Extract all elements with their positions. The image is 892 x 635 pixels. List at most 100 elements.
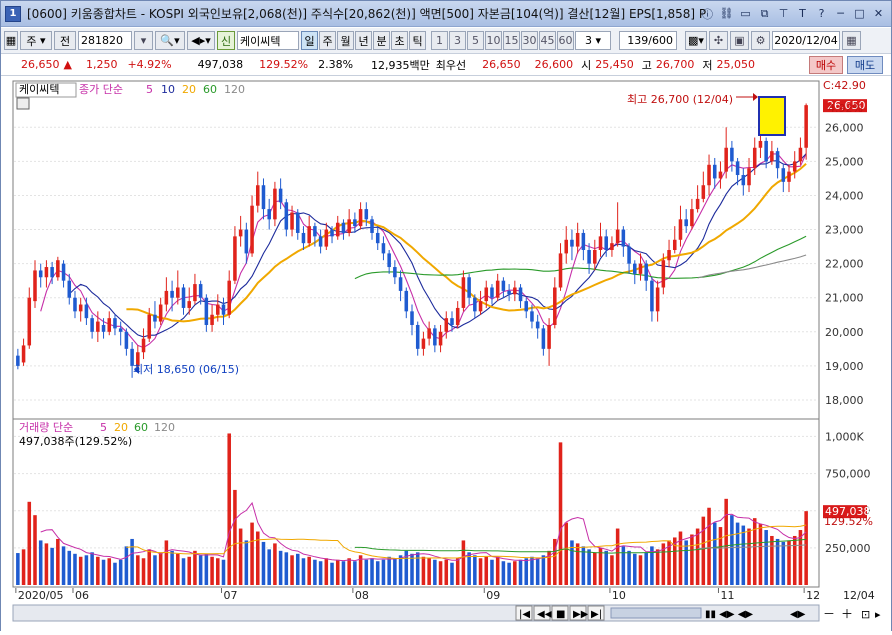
info-icon[interactable]: ⓘ <box>699 5 716 22</box>
volume-bar <box>478 558 483 585</box>
volume-bar <box>284 552 289 585</box>
candle-body <box>564 239 569 254</box>
candle-body <box>758 140 763 148</box>
minute-button-60[interactable]: 60 <box>557 31 574 50</box>
minute-button-5[interactable]: 5 <box>467 31 484 50</box>
minute-button-1[interactable]: 1 <box>431 31 448 50</box>
candle-body <box>415 324 420 349</box>
candle-body <box>433 328 437 346</box>
volume-bar <box>21 549 26 585</box>
x-tick-label: 10 <box>612 589 626 602</box>
save-icon[interactable]: ▣ <box>730 31 749 50</box>
title-bar[interactable]: 1 [0600] 키움종합차트 - KOSPI 외국인보유[2,068(천)] … <box>1 1 891 27</box>
close-icon[interactable]: ✕ <box>870 5 887 22</box>
volume-bar <box>593 552 597 585</box>
tab-3[interactable]: 년 <box>355 31 372 50</box>
scrollbar[interactable]: |◀ ◀◀ ■ ▶▶ ▶| ▮▮ ◀▶ ◀▶ ◀▶ <box>12 604 820 622</box>
copy-icon[interactable]: ⧉ <box>756 5 773 22</box>
candle-body <box>347 219 351 233</box>
chart-svg[interactable]: 26,000 25,000 24,000 23,000 22,000 21,000 20,0… <box>1 77 891 632</box>
candle-body <box>301 232 306 244</box>
count-select[interactable]: 3 ▾ <box>575 31 611 50</box>
candle-body <box>575 232 580 247</box>
volume-bar <box>387 556 391 585</box>
date-input[interactable]: 2020/12/04 <box>772 31 840 50</box>
candle-body <box>455 307 460 325</box>
candle-body <box>273 188 277 220</box>
layout-icon[interactable]: ▦ <box>4 31 18 50</box>
volume-bar <box>758 524 763 585</box>
grid-icon[interactable]: ▩▾ <box>685 31 707 50</box>
candle-body <box>107 318 112 332</box>
candle-body <box>90 318 94 332</box>
link-icon[interactable]: ⛓ <box>718 5 735 22</box>
price-percent-label: 4.92% <box>828 102 863 115</box>
chart-window: 1 [0600] 키움종합차트 - KOSPI 외국인보유[2,068(천)] … <box>0 0 892 632</box>
window-icon[interactable]: ▭ <box>737 5 754 22</box>
minute-button-45[interactable]: 45 <box>539 31 556 50</box>
range-field[interactable]: 139/600 <box>619 31 677 50</box>
candle-body <box>672 239 677 250</box>
volume-bar <box>130 538 134 585</box>
tab-6[interactable]: 틱 <box>409 31 426 50</box>
trade-volume: 497,038 <box>197 58 244 71</box>
tab-5[interactable]: 초 <box>391 31 408 50</box>
fit-icon: ⊡ <box>861 608 870 621</box>
candle-body <box>278 188 283 203</box>
volume-bar <box>792 535 797 585</box>
tab-0[interactable]: 일 <box>301 31 318 50</box>
help-icon[interactable]: ? <box>813 5 830 22</box>
candle-body <box>118 328 123 332</box>
minimize-icon[interactable]: ─ <box>832 5 849 22</box>
tab-4[interactable]: 분 <box>373 31 390 50</box>
minute-button-15[interactable]: 15 <box>503 31 520 50</box>
period-value: 주 <box>26 34 37 48</box>
volume-bar <box>575 543 580 585</box>
candle-body <box>141 338 146 353</box>
calendar-icon[interactable]: ▦ <box>842 31 861 50</box>
candle-body <box>267 209 271 220</box>
chart-area[interactable]: 26,000 25,000 24,000 23,000 22,000 21,000 20,0… <box>1 77 891 632</box>
volume-bar <box>507 562 511 585</box>
volume-bar <box>27 501 32 585</box>
speaker-icon[interactable]: ◀▸▾ <box>187 31 215 50</box>
settings-icon[interactable]: ⚙ <box>751 31 770 50</box>
tab-2[interactable]: 월 <box>337 31 354 50</box>
volume-percent-label: 129.52% <box>824 515 873 528</box>
candle-body <box>484 287 489 302</box>
cross-icon[interactable]: ✣ <box>709 31 728 50</box>
stock-code-input[interactable]: 281820 <box>78 31 132 50</box>
volume-bar <box>633 553 637 585</box>
text-icon[interactable]: T <box>794 5 811 22</box>
volume-bar <box>393 558 397 585</box>
buy-button[interactable]: 매수 <box>809 56 843 74</box>
trade-amount: 12,935백만 <box>371 58 430 72</box>
candle-body <box>712 164 717 179</box>
candle-body <box>227 280 231 315</box>
price-change: 1,250 <box>85 58 118 71</box>
volume-bar <box>535 558 540 585</box>
volume-bar <box>433 559 437 585</box>
vol-legend-ma120: 120 <box>154 421 175 434</box>
candle-body <box>181 287 186 308</box>
candle-body <box>524 301 529 312</box>
candle-body <box>216 304 220 315</box>
code-dropdown-icon[interactable]: ▾ <box>134 31 153 50</box>
minute-button-3[interactable]: 3 <box>449 31 466 50</box>
x-tick-label: 06 <box>75 589 89 602</box>
volume-bar <box>701 516 706 585</box>
tab-1[interactable]: 주 <box>319 31 336 50</box>
minute-button-30[interactable]: 30 <box>521 31 538 50</box>
prev-button[interactable]: 전 <box>54 31 76 50</box>
candle-body <box>250 205 254 254</box>
volume-bar <box>364 559 369 585</box>
search-icon[interactable]: 🔍▾ <box>155 31 185 50</box>
volume-bar <box>101 559 106 585</box>
sell-button[interactable]: 매도 <box>847 56 883 74</box>
period-select[interactable]: 주 ▾ <box>20 31 52 50</box>
maximize-icon[interactable]: □ <box>851 5 868 22</box>
candle-body <box>770 151 774 162</box>
minute-button-10[interactable]: 10 <box>485 31 502 50</box>
pin-icon[interactable]: ⊤ <box>775 5 792 22</box>
stock-name-field: 케이씨텍 <box>237 31 299 50</box>
